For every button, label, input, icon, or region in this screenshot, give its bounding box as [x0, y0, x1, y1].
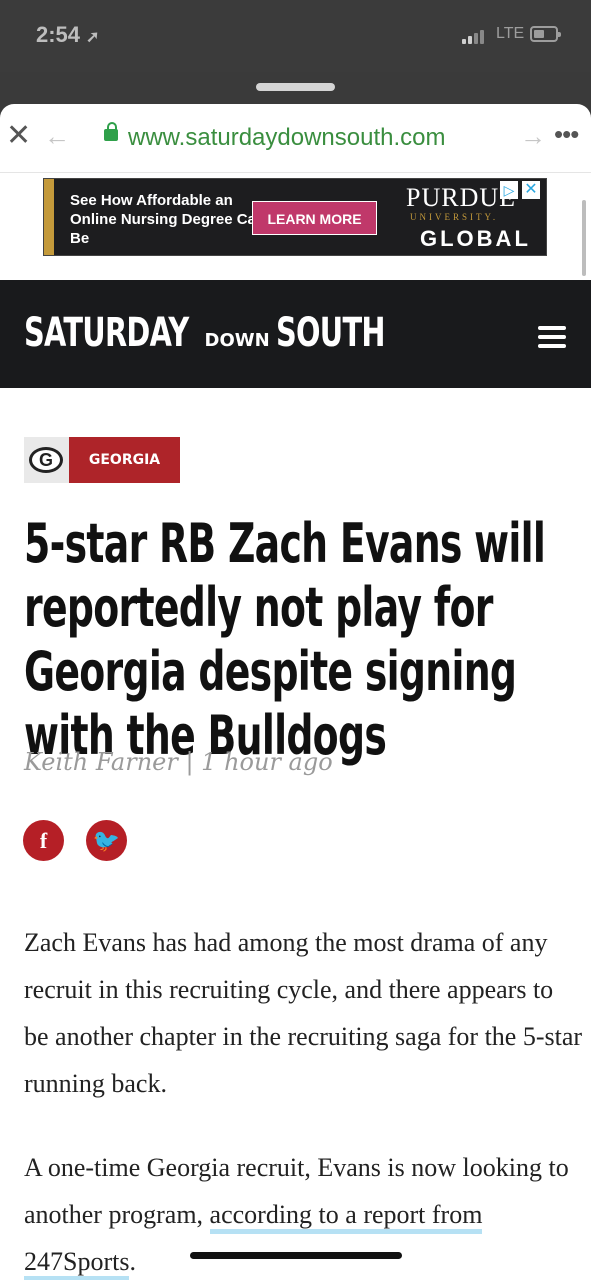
battery-icon: [530, 26, 561, 42]
clock: 2:54 ➚: [36, 22, 100, 47]
ad-brand-global: GLOBAL: [420, 226, 531, 251]
ad-text: See How Affordable an Online Nursing Deg…: [70, 192, 266, 247]
logo-part-3: SOUTH: [275, 310, 385, 356]
site-header: SATURDAY DOWN SOUTH: [0, 280, 591, 388]
article-byline: Keith Farner | 1 hour ago: [24, 748, 333, 776]
lock-icon: [104, 122, 118, 141]
ad-brand-sub: UNIVERSITY.: [410, 212, 499, 222]
logo-part-1: SATURDAY: [24, 310, 189, 356]
url-text[interactable]: www.saturdaydownsouth.com: [128, 124, 445, 152]
sheet-grabber[interactable]: [256, 83, 335, 91]
status-bar: 2:54 ➚ LTE: [0, 0, 591, 72]
site-logo[interactable]: SATURDAY DOWN SOUTH: [24, 310, 427, 356]
category-label: GEORGIA: [69, 437, 180, 483]
signal-icon: [462, 28, 494, 44]
menu-icon[interactable]: [538, 326, 566, 353]
logo-part-2: DOWN: [204, 330, 270, 351]
close-icon[interactable]: ✕: [6, 118, 31, 153]
url-bar: ✕ ← www.saturdaydownsouth.com → •••: [0, 104, 591, 173]
browser-sheet: ✕ ← www.saturdaydownsouth.com → ••• See …: [0, 104, 591, 1280]
learn-more-button[interactable]: LEARN MORE: [252, 201, 377, 235]
georgia-logo-icon: G: [24, 437, 69, 483]
paragraph-2-end: .: [129, 1247, 136, 1276]
forward-icon[interactable]: →: [520, 121, 546, 152]
category-tag[interactable]: G GEORGIA: [24, 437, 180, 483]
scrollbar[interactable]: [582, 200, 586, 276]
network-type: LTE: [496, 25, 525, 42]
more-icon[interactable]: •••: [554, 119, 579, 150]
article-paragraph-2: A one-time Georgia recruit, Evans is now…: [24, 1144, 584, 1280]
ad-banner[interactable]: See How Affordable an Online Nursing Deg…: [43, 178, 547, 256]
article-headline: 5-star RB Zach Evans will reportedly not…: [24, 512, 546, 767]
article-paragraph-1: Zach Evans has had among the most drama …: [24, 928, 583, 1098]
twitter-icon[interactable]: 🐦: [86, 820, 127, 861]
ad-close-icon[interactable]: ✕: [522, 181, 540, 199]
ad-choices-icon[interactable]: ▷: [500, 181, 518, 199]
facebook-icon[interactable]: f: [23, 820, 64, 861]
location-arrow-icon: ➚: [86, 29, 100, 46]
back-icon[interactable]: ←: [44, 121, 70, 152]
home-indicator[interactable]: [190, 1252, 402, 1259]
ad-accent-strip: [44, 179, 54, 255]
